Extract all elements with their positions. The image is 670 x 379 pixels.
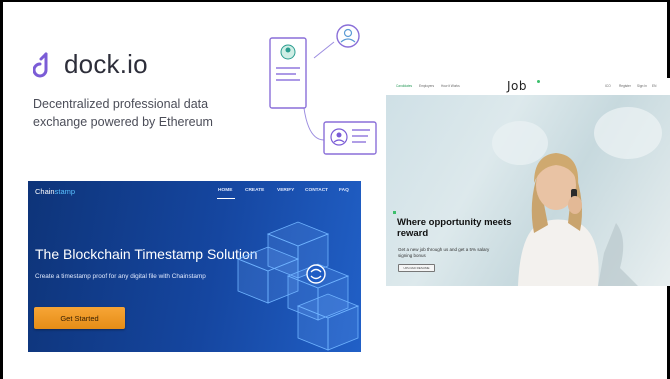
frame-border-top <box>0 0 670 2</box>
job-hero-headline: Where opportunity meets reward <box>397 217 512 239</box>
get-started-button[interactable]: Get Started <box>34 307 125 329</box>
dock-tagline: Decentralized professional data exchange… <box>33 97 213 129</box>
woman-on-phone-photo <box>492 107 662 286</box>
job-accent-square <box>393 211 396 214</box>
job-nav-sign-in[interactable]: Sign In <box>637 84 647 88</box>
chain-nav-create[interactable]: CREATE <box>245 188 264 193</box>
job-logo-dot <box>537 80 540 83</box>
chain-hero-subtitle: Create a timestamp proof for any digital… <box>35 273 206 280</box>
frame-border-left <box>0 0 3 379</box>
job-nav-how-it-works[interactable]: How it Works <box>441 84 460 88</box>
chain-nav-contact[interactable]: CONTACT <box>305 188 328 193</box>
chain-nav-verify[interactable]: VERIFY <box>277 188 294 193</box>
job-nav-candidates[interactable]: Candidates <box>396 84 412 88</box>
job-site: Candidates Employers How it Works Job IC… <box>386 78 670 286</box>
job-nav-ico[interactable]: ICO <box>605 84 611 88</box>
job-logo[interactable]: Job <box>507 79 527 93</box>
chain-nav-active-indicator <box>217 198 235 199</box>
chainstamp-logo[interactable]: Chainstamp <box>35 187 75 196</box>
screenshot-frame: dock.io Decentralized professional data … <box>0 0 670 379</box>
dock-logo-icon <box>33 52 48 78</box>
dock-brand-name: dock.io <box>64 49 148 79</box>
chain-logo-prefix: Chain <box>35 187 55 196</box>
job-hero-subtitle: Get a new job through us and get a 5% sa… <box>398 247 490 258</box>
job-nav-register[interactable]: Register <box>619 84 631 88</box>
chain-hero-title: The Blockchain Timestamp Solution <box>35 246 258 262</box>
chain-nav-faq[interactable]: FAQ <box>339 188 349 193</box>
profile-exchange-illustration <box>269 24 377 155</box>
chain-logo-suffix: stamp <box>54 187 76 196</box>
blockchain-cubes-illustration <box>236 221 360 351</box>
job-nav-employers[interactable]: Employers <box>419 84 434 88</box>
chainstamp-site: Chainstamp HOME CREATE VERIFY CONTACT FA… <box>28 181 361 352</box>
upload-resume-button[interactable]: UPLOAD RESUME <box>398 264 435 272</box>
job-nav-language[interactable]: EN <box>652 84 656 88</box>
chain-nav-home[interactable]: HOME <box>218 188 232 193</box>
